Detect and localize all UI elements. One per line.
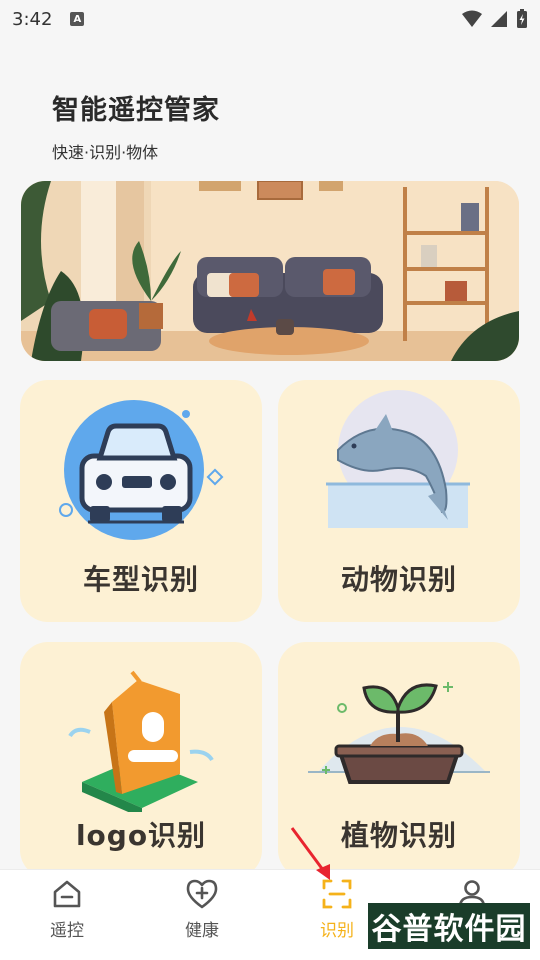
card-label-car: 车型识别 [82, 563, 199, 596]
card-label-animal: 动物识别 [340, 563, 457, 596]
tab-label-remote: 遥控 [50, 921, 84, 941]
watermark-text: 谷普软件园 [371, 912, 527, 947]
logo-recognition-card[interactable]: logo识别 [20, 642, 262, 878]
banner-image[interactable] [21, 181, 519, 361]
cell-signal-icon [491, 11, 507, 27]
watermark: 谷普软件园 [368, 903, 530, 949]
tab-health[interactable]: 健康 [162, 878, 242, 941]
status-indicators [462, 9, 528, 29]
home-remote-icon [53, 880, 81, 908]
car-recognition-card[interactable]: 车型识别 [20, 380, 262, 622]
plant-pot-icon [308, 682, 490, 784]
card-label-logo: logo识别 [75, 819, 207, 852]
app-subtitle: 快速·识别·物体 [52, 143, 159, 162]
tab-label-identify: 识别 [320, 921, 354, 941]
logo-tag-icon [68, 670, 214, 812]
car-icon [59, 400, 224, 540]
header: 智能遥控管家 快速·识别·物体 [52, 88, 220, 163]
status-time: 3:42 [12, 8, 53, 30]
tab-remote[interactable]: 遥控 [27, 878, 107, 941]
notification-icon: A [70, 12, 85, 26]
battery-icon [517, 9, 527, 28]
living-room-illustration [21, 181, 519, 361]
animal-recognition-card[interactable]: 动物识别 [278, 380, 520, 622]
status-bar: 3:42 A [0, 0, 540, 38]
dolphin-icon [326, 390, 470, 528]
heart-plus-icon [186, 879, 218, 909]
tab-label-health: 健康 [185, 921, 219, 941]
tab-identify[interactable]: 识别 [297, 878, 377, 941]
annotation-arrow [290, 827, 330, 880]
wifi-icon [462, 10, 482, 27]
app-title: 智能遥控管家 [52, 95, 220, 126]
